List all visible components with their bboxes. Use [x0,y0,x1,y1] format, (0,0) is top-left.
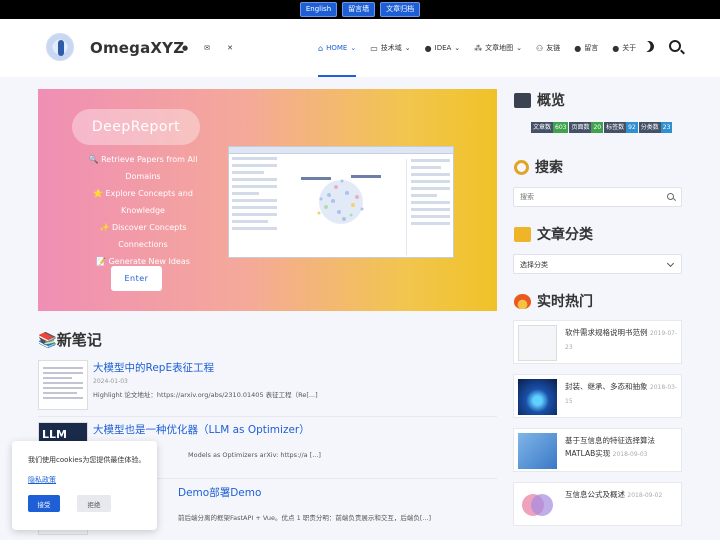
banner-feature: ⭐ Explore Concepts and Knowledge [93,189,193,215]
top-link-strip: English 留言墙 文章归档 [0,0,720,19]
banner-title: DeepReport [72,109,200,145]
nav-label: HOME [326,44,348,52]
note-item[interactable]: 大模型中的RepE表征工程 2024-01-03 Highlight 论文地址：… [38,360,497,412]
chevron-down-icon [666,259,675,268]
github-icon[interactable]: ● [179,42,191,54]
dark-mode-toggle-icon[interactable] [641,39,656,54]
map-icon: ⁂ [474,43,483,53]
sidebar-search-input[interactable] [514,188,654,206]
hot-post-item[interactable]: 软件需求规格说明书范例 2019-07-23 [513,320,682,364]
english-button[interactable]: English [299,2,338,17]
chevron-down-icon: ⌄ [350,44,357,52]
banner-feature-list: 🔍 Retrieve Papers from All Domains ⭐ Exp… [76,151,210,270]
stat-categories: 分类数 23 [638,122,673,133]
note-divider [38,416,497,417]
nav-idea[interactable]: ● IDEA ⌄ [425,19,461,77]
note-thumbnail[interactable] [38,360,88,410]
monitor-icon [514,92,531,108]
note-summary: Models as Optimizers arXiv: https://a [.… [188,451,321,459]
fire-icon [514,293,531,309]
hot-post-item[interactable]: 互信息公式及概述 2018-09-02 [513,482,682,526]
cookie-consent-dialog: 我们使用cookies为您提供最佳体验。 隐私政策 接受 拒绝 [12,441,157,530]
x-icon[interactable]: ✕ [224,42,236,54]
hot-post-item[interactable]: 封装、继承、多态和抽象 2018-03-15 [513,374,682,418]
note-title[interactable]: 大模型也是一种优化器（LLM as Optimizer） [93,422,310,437]
note-title[interactable]: 大模型中的RepE表征工程 [93,360,214,375]
nav-label: 留言 [584,44,599,52]
hot-section-title: 实时热门 [514,291,593,311]
message-wall-button[interactable]: 留言墙 [342,2,376,17]
magnifier-icon [514,159,529,175]
scatter-graph-icon [301,175,381,224]
site-stats: 文章数 603 页面数 20 标签数 92 分类数 23 [531,122,673,133]
category-select[interactable]: 选择分类 [513,254,682,274]
search-section-title: 搜索 [514,157,563,177]
nav-label: 文章地图 [485,44,514,52]
nav-label: 关于 [622,44,637,52]
hot-post-title[interactable]: 互信息公式及概述 2018-09-02 [565,488,680,502]
user-icon: ● [612,43,620,53]
accept-cookies-button[interactable]: 接受 [28,495,60,512]
stat-articles: 文章数 603 [531,122,569,133]
note-title[interactable]: Demo部署Demo [178,485,261,500]
site-header: OmegaXYZ ● ✉ ✕ ⌂ HOME ⌄ ▭ 技术域 ⌄ ● IDEA ⌄… [0,19,720,77]
comment-icon: ● [574,43,582,53]
nav-label: 技术域 [380,44,402,52]
hot-post-thumbnail[interactable] [518,325,557,361]
banner-feature: 🔍 Retrieve Papers from All Domains [88,155,198,181]
hot-post-thumbnail[interactable] [518,433,557,469]
magnifier-emoji-icon: 🔍 [88,155,99,164]
archive-button[interactable]: 文章归档 [380,2,421,17]
note-summary: Highlight 论文地址：https://arxiv.org/abs/231… [93,391,318,399]
star-emoji-icon: ⭐ [93,189,103,198]
nav-label: IDEA [434,44,452,52]
search-icon[interactable] [669,40,681,52]
site-logo[interactable] [46,33,74,61]
nav-article-map[interactable]: ⁂ 文章地图 ⌄ [474,19,522,77]
nav-friends[interactable]: ⚇ 友链 [536,19,560,77]
note-date: 2024-01-03 [93,378,128,385]
notes-section-title: 📚新笔记 [38,331,102,349]
hot-post-title[interactable]: 基于互信息的特征选择算法MATLAB实现 2018-09-03 [565,434,680,461]
hot-post-thumbnail[interactable] [518,379,557,415]
chevron-down-icon: ⌄ [404,44,411,52]
note-summary: 前后端分离的框架FastAPI + Vue。优点 1 职责分明：前端负责展示和交… [178,514,432,522]
home-icon: ⌂ [318,43,324,53]
banner-feature: ✨ Discover Concepts Connections [99,223,187,249]
nav-about[interactable]: ● 关于 [612,19,636,77]
hot-post-title[interactable]: 软件需求规格说明书范例 2019-07-23 [565,326,680,354]
folder-icon [514,226,531,242]
book-icon: ▭ [370,43,378,53]
email-icon[interactable]: ✉ [201,42,213,54]
categories-section-title: 文章分类 [514,224,593,244]
search-icon[interactable] [667,193,674,200]
chevron-down-icon: ⌄ [454,44,461,52]
cookie-message: 我们使用cookies为您提供最佳体验。 [28,456,146,464]
stat-pages: 页面数 20 [569,122,604,133]
reject-cookies-button[interactable]: 拒绝 [77,495,111,512]
palette-icon: ● [424,43,432,53]
chevron-down-icon: ⌄ [516,44,523,52]
nav-label: 友链 [546,44,561,52]
sidebar-search-box [513,187,682,207]
memo-emoji-icon: 📝 [96,257,107,266]
nav-home[interactable]: ⌂ HOME ⌄ [318,19,357,77]
nav-comment[interactable]: ● 留言 [574,19,598,77]
venn-diagram-icon [522,494,553,516]
stat-tags: 标签数 92 [604,122,638,133]
books-emoji-icon: 📚 [38,331,57,349]
nav-tech[interactable]: ▭ 技术域 ⌄ [370,19,410,77]
main-nav: ⌂ HOME ⌄ ▭ 技术域 ⌄ ● IDEA ⌄ ⁂ 文章地图 ⌄ ⚇ 友链 … [318,19,636,77]
privacy-policy-link[interactable]: 隐私政策 [28,475,56,485]
hot-post-thumbnail[interactable] [518,487,557,523]
friends-icon: ⚇ [536,43,544,53]
hot-post-item[interactable]: 基于互信息的特征选择算法MATLAB实现 2018-09-03 [513,428,682,472]
sparkle-emoji-icon: ✨ [99,223,110,232]
site-name[interactable]: OmegaXYZ [90,39,184,57]
deepreport-banner[interactable]: DeepReport 🔍 Retrieve Papers from All Do… [38,89,497,311]
hot-post-title[interactable]: 封装、继承、多态和抽象 2018-03-15 [565,380,680,408]
overview-title: 概览 [514,90,565,110]
app-screenshot-image [228,146,454,258]
enter-button[interactable]: Enter [111,266,162,291]
